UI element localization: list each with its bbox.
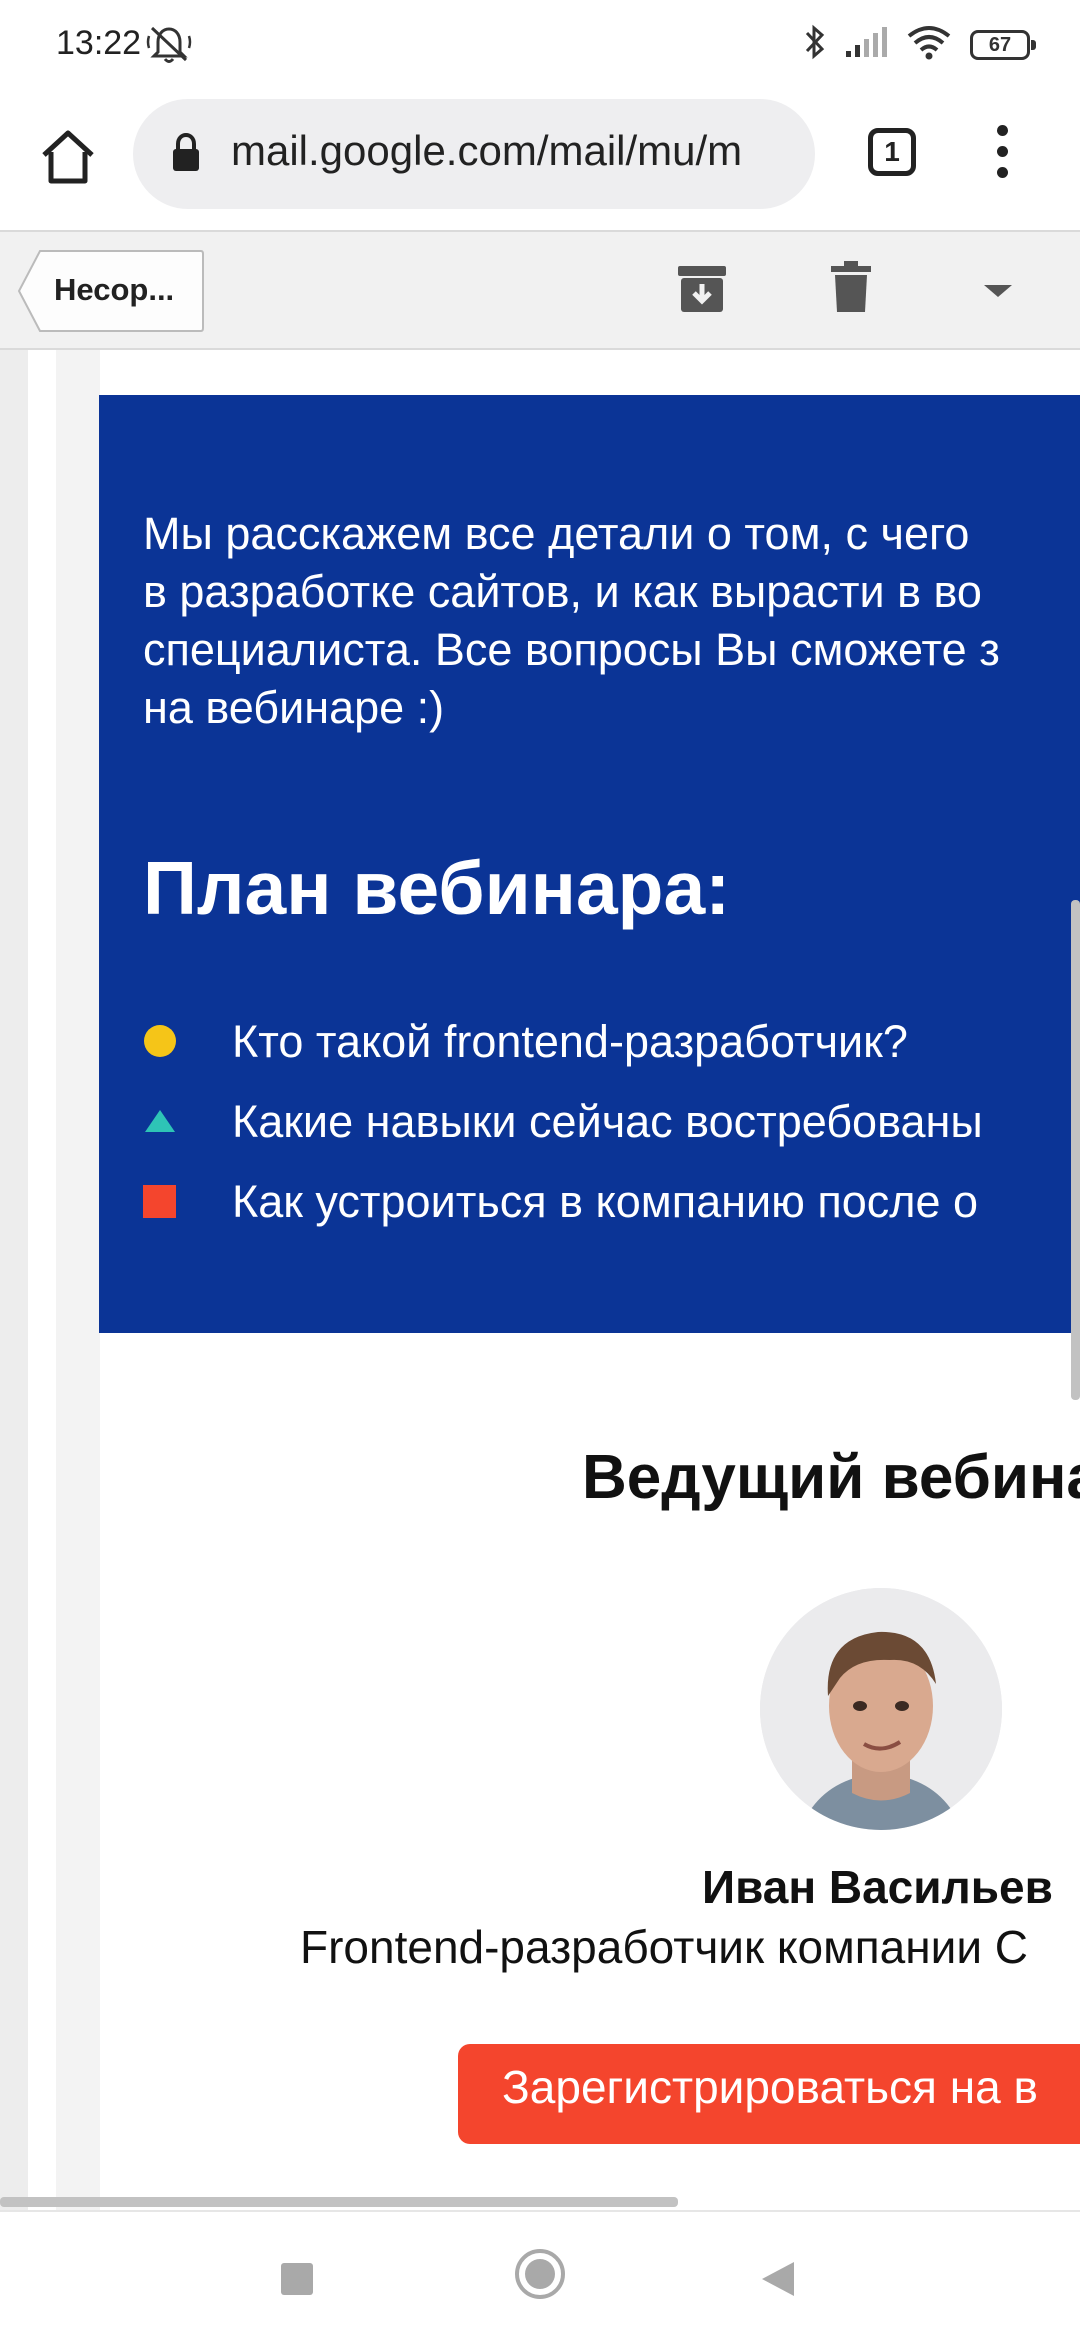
bluetooth-icon: [804, 22, 826, 67]
notifications-muted-icon: [146, 22, 192, 71]
tab-switcher-button[interactable]: 1: [868, 128, 916, 176]
yellow-circle-bullet-icon: [143, 1024, 177, 1063]
wifi-icon: [906, 24, 952, 65]
horizontal-scrollbar[interactable]: [0, 2197, 678, 2207]
content-gutter-inner: [56, 350, 100, 2210]
status-bar: 13:22 67: [0, 0, 1080, 95]
email-body: Мы расскажем все детали о том, с чего в …: [0, 350, 1080, 2210]
intro-text: Мы расскажем все детали о том, с чего в …: [143, 505, 1080, 737]
plan-item-text: Как устроиться в компанию после о: [232, 1176, 979, 1227]
recent-apps-icon[interactable]: [280, 2262, 314, 2301]
intro-line: Мы расскажем все детали о том, с чего: [143, 508, 970, 559]
webinar-plan-block: Мы расскажем все детали о том, с чего в …: [99, 395, 1080, 1333]
content-gutter: [0, 350, 28, 2210]
system-navigation-bar: [0, 2210, 1080, 2340]
back-button-label: Несор...: [54, 272, 175, 307]
vertical-scrollbar[interactable]: [1071, 900, 1080, 1400]
browser-toolbar: mail.google.com/mail/mu/m 1: [0, 95, 1080, 230]
plan-item: Кто такой frontend-разработчик?: [143, 1012, 1080, 1072]
cellular-signal-icon: [844, 25, 888, 64]
presenter-name: Иван Васильев: [702, 1861, 1053, 1913]
mail-action-bar: Несор...: [0, 230, 1080, 350]
register-webinar-button[interactable]: Зарегистрироваться на в: [458, 2044, 1080, 2144]
intro-line: специалиста. Все вопросы Вы сможете з: [143, 624, 1000, 675]
archive-icon[interactable]: [676, 262, 728, 319]
presenter-role: Frontend-разработчик компании С: [300, 1921, 1029, 1973]
red-square-bullet-icon: [143, 1184, 177, 1223]
home-nav-icon[interactable]: [514, 2248, 566, 2305]
url-text[interactable]: mail.google.com/mail/mu/m: [231, 127, 791, 175]
back-to-folder-button[interactable]: Несор...: [18, 250, 204, 332]
browser-menu-icon[interactable]: [990, 125, 1014, 185]
plan-item-text: Кто такой frontend-разработчик?: [232, 1016, 908, 1067]
battery-indicator: 67: [970, 29, 1036, 60]
lock-icon: [171, 132, 201, 178]
presenter-section-title: Ведущий вебина: [582, 1443, 1080, 1512]
home-icon[interactable]: [36, 125, 100, 189]
back-nav-icon[interactable]: [760, 2260, 796, 2303]
intro-line: на вебинаре :): [143, 682, 445, 733]
status-time: 13:22: [56, 24, 142, 62]
teal-triangle-bullet-icon: [143, 1104, 177, 1143]
plan-title: План вебинара:: [143, 846, 731, 930]
intro-line: в разработке сайтов, и как вырасти в во: [143, 566, 982, 617]
trash-icon[interactable]: [830, 260, 872, 319]
presenter-avatar: [760, 1588, 1002, 1830]
chevron-down-icon[interactable]: [980, 282, 1016, 305]
address-bar[interactable]: mail.google.com/mail/mu/m: [133, 99, 815, 209]
plan-item-text: Какие навыки сейчас востребованы: [232, 1096, 983, 1147]
plan-item: Как устроиться в компанию после о: [143, 1172, 1080, 1232]
plan-item: Какие навыки сейчас востребованы: [143, 1092, 1080, 1152]
